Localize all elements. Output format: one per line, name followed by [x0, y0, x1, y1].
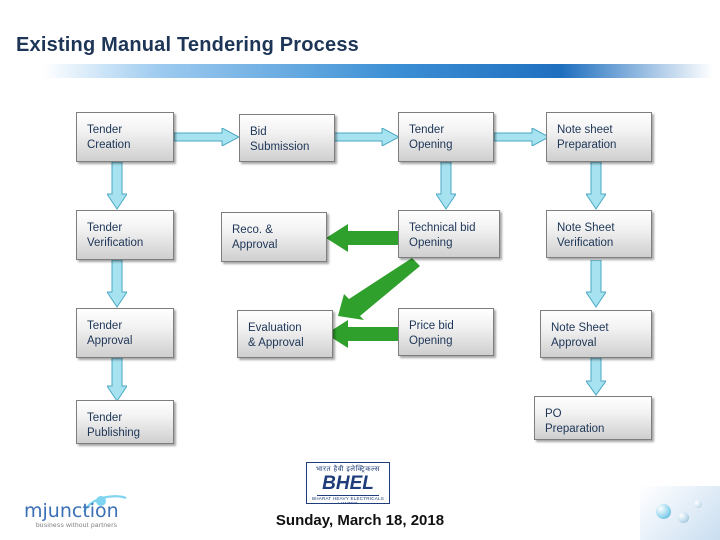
arrow-opening-to-notesheet [494, 128, 550, 146]
box-note-sheet-preparation-line2: Preparation [557, 139, 617, 151]
box-note-sheet-approval[interactable]: Note Sheet Approval [540, 310, 652, 358]
box-evaluation-approval-line2: & Approval [248, 337, 304, 349]
box-note-sheet-approval-line1: Note Sheet [551, 322, 609, 334]
arrow-verification-to-approval [107, 260, 127, 308]
box-bid-submission[interactable]: Bid Submission [239, 114, 335, 162]
box-tender-opening[interactable]: Tender Opening [398, 112, 494, 162]
corner-dot-medium [678, 512, 689, 523]
box-tender-approval-line2: Approval [87, 335, 133, 347]
box-reco-approval-line1: Reco. & [232, 224, 273, 236]
box-note-sheet-approval-line2: Approval [551, 337, 597, 349]
bhel-subtitle-text: BHARAT HEAVY ELECTRICALS LIMITED [311, 496, 385, 504]
box-evaluation-approval[interactable]: Evaluation & Approval [237, 310, 333, 358]
box-bid-submission-line1: Bid [250, 126, 267, 138]
box-technical-bid-opening-line1: Technical bid [409, 222, 476, 234]
arrow-notesheetapproval-to-po [586, 358, 606, 396]
box-tender-verification-line2: Verification [87, 237, 144, 249]
box-po-preparation-line1: PO [545, 408, 562, 420]
box-price-bid-opening-line1: Price bid [409, 320, 454, 332]
arrow-approval-to-publishing [107, 358, 127, 402]
box-reco-approval[interactable]: Reco. & Approval [221, 212, 327, 262]
arrow-technicalbid-to-reco [326, 224, 404, 252]
header-gradient-bar [0, 64, 720, 78]
mjunction-logo: mjunction business without partners [24, 494, 136, 534]
box-tender-creation-line1: Tender [87, 124, 123, 136]
box-price-bid-opening[interactable]: Price bid Opening [398, 308, 494, 356]
corner-decoration [640, 486, 720, 540]
box-note-sheet-verification[interactable]: Note Sheet Verification [546, 210, 652, 258]
box-bid-submission-line2: Submission [250, 141, 310, 153]
arrow-creation-to-verification [107, 162, 127, 210]
box-reco-approval-line2: Approval [232, 239, 278, 251]
bhel-logo: भारत हैवी इलेक्ट्रिकल्स BHEL BHARAT HEAV… [306, 462, 390, 504]
box-note-sheet-verification-line2: Verification [557, 237, 614, 249]
box-tender-publishing-line2: Publishing [87, 427, 141, 439]
box-note-sheet-preparation[interactable]: Note sheet Preparation [546, 112, 652, 162]
mjunction-name-text: mjunction [24, 500, 119, 522]
box-tender-verification-line1: Tender [87, 222, 123, 234]
box-technical-bid-opening-line2: Opening [409, 237, 453, 249]
box-po-preparation[interactable]: PO Preparation [534, 396, 652, 440]
mjunction-tagline-text: business without partners [36, 522, 118, 529]
box-tender-opening-line2: Opening [409, 139, 453, 151]
box-price-bid-opening-line2: Opening [409, 335, 453, 347]
arrow-tenderopening-to-technicalbid [436, 162, 456, 210]
box-tender-creation-line2: Creation [87, 139, 131, 151]
box-technical-bid-opening[interactable]: Technical bid Opening [398, 210, 500, 258]
box-po-preparation-line2: Preparation [545, 423, 605, 435]
box-tender-publishing-line1: Tender [87, 412, 123, 424]
box-note-sheet-preparation-line1: Note sheet [557, 124, 613, 136]
corner-dot-large [656, 504, 671, 519]
box-tender-publishing[interactable]: Tender Publishing [76, 400, 174, 444]
box-tender-verification[interactable]: Tender Verification [76, 210, 174, 260]
arrow-pricebid-to-evaluation [326, 320, 404, 348]
arrow-submission-to-opening [334, 128, 400, 146]
box-tender-approval-line1: Tender [87, 320, 123, 332]
page-title: Existing Manual Tendering Process [16, 34, 359, 56]
corner-dot-small [694, 500, 702, 508]
bhel-name-text: BHEL [322, 473, 374, 494]
box-note-sheet-verification-line1: Note Sheet [557, 222, 615, 234]
box-tender-approval[interactable]: Tender Approval [76, 308, 174, 358]
box-tender-creation[interactable]: Tender Creation [76, 112, 174, 162]
box-evaluation-approval-line1: Evaluation [248, 322, 302, 334]
arrow-creation-to-submission [174, 128, 240, 146]
arrow-notesheetverif-to-notesheetapproval [586, 260, 606, 308]
arrow-notesheetprep-to-notesheetverif [586, 162, 606, 210]
box-tender-opening-line1: Tender [409, 124, 445, 136]
